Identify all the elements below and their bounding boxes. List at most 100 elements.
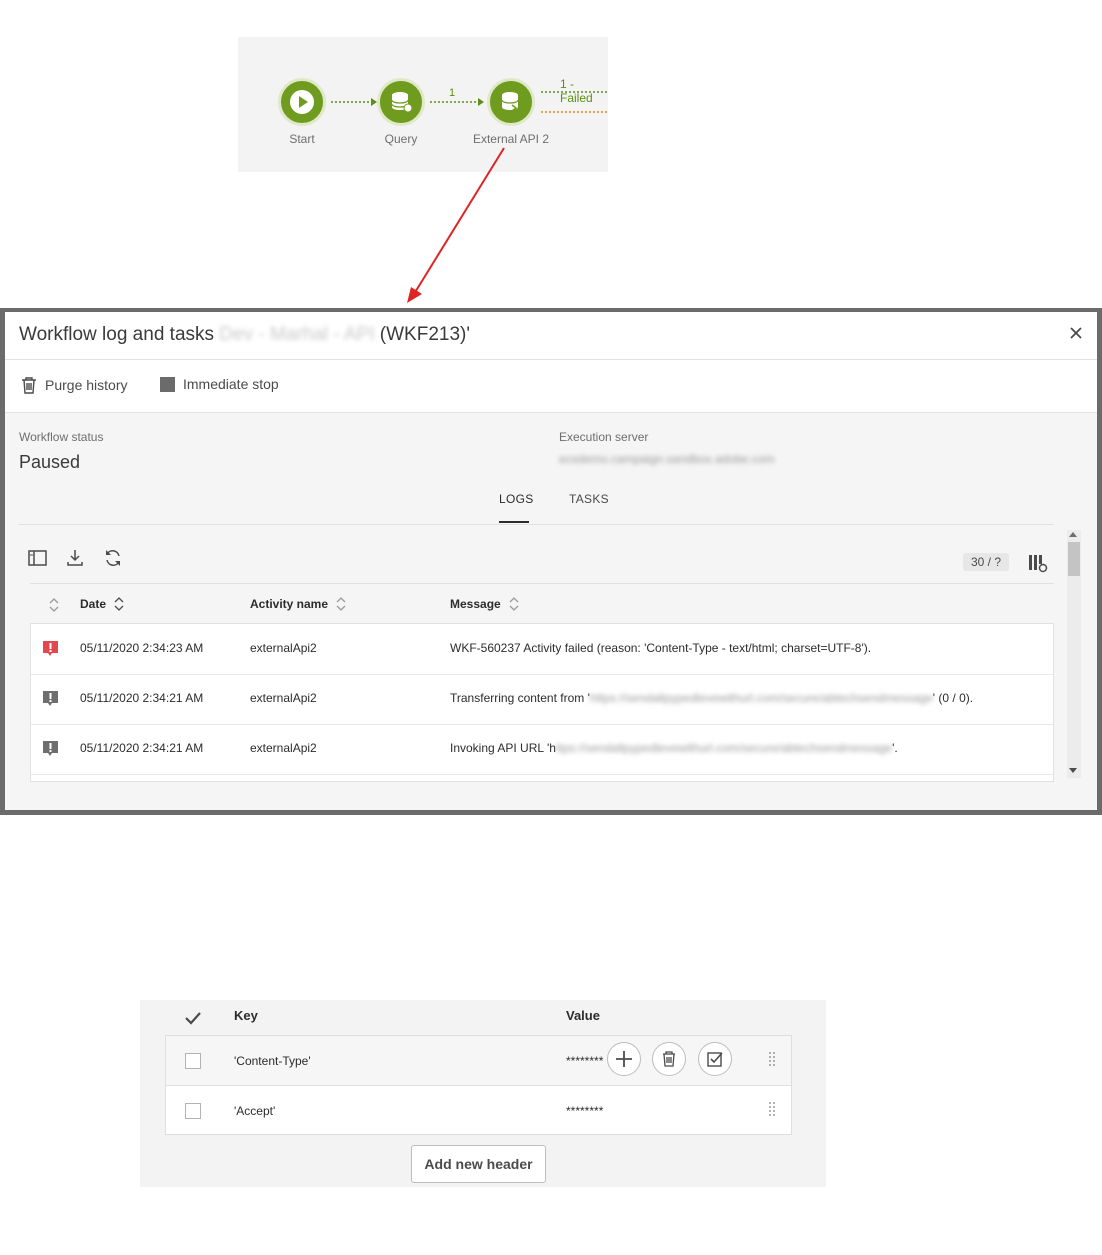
table-row[interactable]: 05/11/2020 2:34:23 AM externalApi2 WKF-5… — [31, 624, 1053, 675]
log-message-text: WKF-560237 Activity failed (reason: 'Con… — [450, 641, 872, 655]
column-settings-icon[interactable] — [1028, 553, 1048, 573]
log-activity: externalApi2 — [250, 741, 317, 755]
log-tabs: LOGS TASKS — [18, 480, 1054, 525]
log-date: 05/11/2020 2:34:21 AM — [80, 741, 204, 755]
active-tab-indicator — [499, 521, 529, 523]
info-icon — [43, 741, 58, 756]
header-key: 'Content-Type' — [234, 1054, 311, 1068]
dialog-header: Workflow log and tasks Dev - Marhal - AP… — [5, 312, 1097, 360]
sort-icon — [336, 597, 346, 611]
row-checkbox[interactable] — [185, 1103, 201, 1119]
headers-table: 'Content-Type' ******** 'Accept' *******… — [165, 1035, 792, 1135]
workflow-log-dialog: Workflow log and tasks Dev - Marhal - AP… — [5, 312, 1097, 810]
row-checkbox[interactable] — [185, 1053, 201, 1069]
grid-toolbar — [27, 548, 123, 568]
download-icon[interactable] — [65, 548, 85, 568]
start-node-label: Start — [289, 132, 315, 146]
start-node[interactable] — [278, 78, 326, 126]
close-button[interactable] — [1065, 323, 1087, 345]
database-icon — [391, 92, 413, 113]
immediate-stop-button[interactable]: Immediate stop — [160, 376, 279, 392]
header-key: 'Accept' — [234, 1104, 276, 1118]
log-scrollbar[interactable] — [1067, 530, 1081, 778]
info-icon — [43, 691, 58, 706]
log-message-text: Transferring content from ' — [450, 691, 590, 705]
select-all-check-icon[interactable] — [184, 1011, 202, 1025]
add-row-button[interactable] — [607, 1042, 641, 1076]
failed-transition-label: 1 - Failed — [560, 77, 593, 105]
log-message: Transferring content from 'https://senda… — [450, 691, 973, 705]
drag-handle-icon[interactable] — [768, 1051, 776, 1069]
plus-icon — [616, 1051, 632, 1067]
log-date: 05/11/2020 2:34:23 AM — [80, 641, 204, 655]
sort-icon — [114, 597, 124, 611]
confirm-row-button[interactable] — [698, 1042, 732, 1076]
scroll-down-arrow[interactable] — [1069, 768, 1077, 773]
header-value: ******** — [566, 1054, 604, 1068]
dialog-title: Workflow log and tasks Dev - Marhal - AP… — [19, 324, 470, 346]
edge-count-label: 1 — [449, 87, 456, 99]
table-row[interactable]: 'Content-Type' ******** — [166, 1036, 791, 1086]
log-message-tail: ' (0 / 0). — [932, 691, 974, 705]
table-row[interactable]: 05/11/2020 2:34:21 AM externalApi2 Trans… — [31, 674, 1053, 725]
external-api-node-label: External API 2 — [472, 132, 550, 146]
table-row[interactable]: 05/11/2020 2:34:21 AM externalApi2 Invok… — [31, 724, 1053, 775]
value-column-header: Value — [566, 1008, 600, 1023]
log-message: WKF-560237 Activity failed (reason: 'Con… — [450, 641, 871, 655]
key-column-header: Key — [234, 1008, 258, 1023]
immediate-stop-label: Immediate stop — [183, 376, 279, 392]
column-activity[interactable]: Activity name — [250, 597, 346, 611]
log-message-tail: '. — [892, 741, 898, 755]
delete-row-button[interactable] — [652, 1042, 686, 1076]
purge-history-button[interactable]: Purge history — [21, 376, 127, 394]
external-api-node[interactable] — [487, 78, 535, 126]
column-message[interactable]: Message — [450, 597, 519, 611]
log-grid-body: 05/11/2020 2:34:23 AM externalApi2 WKF-5… — [30, 623, 1054, 782]
log-activity: externalApi2 — [250, 691, 317, 705]
tab-tasks[interactable]: TASKS — [569, 492, 609, 506]
log-message-text: Invoking API URL 'h — [450, 741, 556, 755]
header-value: ******** — [566, 1104, 604, 1118]
stop-icon — [160, 376, 175, 392]
sort-severity-icon[interactable] — [49, 598, 59, 612]
dialog-title-redacted: Dev - Marhal - API — [219, 324, 375, 345]
trash-icon — [663, 1051, 675, 1067]
workflow-status-label: Workflow status — [19, 430, 104, 444]
dialog-title-prefix: Workflow log and tasks — [19, 324, 215, 345]
column-date-label: Date — [80, 597, 107, 611]
table-row[interactable]: 'Accept' ******** — [166, 1086, 791, 1135]
edge-arrowhead — [478, 98, 484, 106]
column-date[interactable]: Date — [80, 597, 124, 611]
query-node[interactable] — [377, 78, 425, 126]
trash-icon — [22, 377, 36, 394]
dialog-title-suffix: (WKF213)' — [379, 324, 470, 345]
checkbox-check-icon — [707, 1052, 723, 1067]
column-message-label: Message — [450, 597, 501, 611]
refresh-icon[interactable] — [103, 548, 123, 568]
play-icon — [290, 90, 314, 114]
drag-handle-icon[interactable] — [768, 1101, 776, 1119]
tab-logs[interactable]: LOGS — [499, 492, 534, 506]
purge-history-label: Purge history — [45, 377, 128, 393]
log-message-redacted: ttps://sendallpypedlevewithurl.com/secur… — [555, 741, 893, 755]
log-activity: externalApi2 — [250, 641, 317, 655]
scroll-up-arrow[interactable] — [1069, 532, 1077, 537]
paging-indicator: 30 / ? — [963, 553, 1010, 571]
dialog-toolbar: Purge history Immediate stop — [5, 360, 1097, 413]
workflow-status-value: Paused — [19, 452, 81, 472]
execution-server-value: ecsdemo.campaign.sandbox.adobe.com — [559, 452, 775, 466]
log-date: 05/11/2020 2:34:21 AM — [80, 691, 204, 705]
scroll-thumb[interactable] — [1068, 542, 1080, 576]
log-message: Invoking API URL 'https://sendallpypedle… — [450, 741, 898, 755]
headers-panel: Key Value 'Content-Type' ******** 'Accep… — [140, 1000, 826, 1187]
column-activity-label: Activity name — [250, 597, 329, 611]
sort-icon — [509, 597, 519, 611]
log-grid-header: Date Activity name Message — [30, 583, 1054, 624]
error-icon — [43, 641, 58, 656]
log-message-redacted: https://sendallpypedlevewithurl.com/secu… — [589, 691, 933, 705]
add-new-header-button[interactable]: Add new header — [411, 1145, 546, 1183]
query-node-label: Query — [384, 132, 418, 146]
panel-toggle-icon[interactable] — [27, 548, 47, 568]
close-icon — [1070, 327, 1082, 339]
execution-server-label: Execution server — [559, 430, 649, 444]
